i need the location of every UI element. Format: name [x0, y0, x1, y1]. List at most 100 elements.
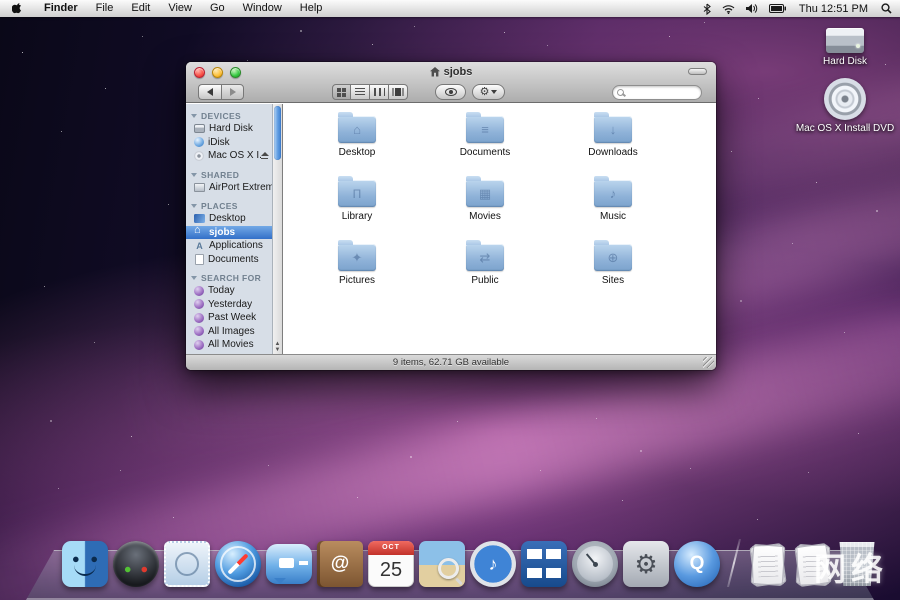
sidebar-item-all-images[interactable]: All Images — [186, 325, 272, 339]
forward-arrow-icon — [230, 88, 236, 96]
chevron-down-icon — [491, 90, 497, 94]
folder-sites[interactable]: Sites — [549, 242, 677, 306]
disc-icon — [194, 151, 204, 161]
folder-pictures[interactable]: Pictures — [293, 242, 421, 306]
menu-item-view[interactable]: View — [159, 0, 201, 17]
idisk-icon — [194, 137, 204, 147]
menu-item-finder[interactable]: Finder — [35, 0, 87, 17]
folder-icon — [594, 180, 632, 207]
sidebar-item-yesterday[interactable]: Yesterday — [186, 298, 272, 312]
spotlight-icon[interactable] — [881, 3, 892, 14]
back-arrow-icon — [207, 88, 213, 96]
eject-icon[interactable] — [261, 152, 268, 159]
movies-emblem-icon — [466, 180, 504, 207]
folder-icon — [338, 116, 376, 143]
folder-downloads[interactable]: Downloads — [549, 114, 677, 178]
folder-library[interactable]: Library — [293, 178, 421, 242]
wifi-icon[interactable] — [722, 4, 735, 14]
toolbar-toggle-button[interactable] — [688, 68, 707, 75]
dock-finder-icon[interactable] — [62, 541, 108, 587]
menu-item-help[interactable]: Help — [291, 0, 332, 17]
scrollbar-thumb[interactable] — [274, 106, 281, 160]
folder-icon — [466, 244, 504, 271]
sidebar-item-sjobs[interactable]: sjobs — [186, 226, 272, 240]
menu-clock[interactable]: Thu 12:51 PM — [797, 3, 870, 15]
dock-mail-icon[interactable] — [164, 541, 210, 587]
sidebar-scrollbar[interactable]: ▲▼ — [272, 104, 283, 354]
dock-preview-icon[interactable] — [419, 541, 465, 587]
folder-icon — [594, 244, 632, 271]
quick-look-button[interactable] — [435, 84, 466, 100]
apple-menu-icon[interactable] — [8, 2, 35, 16]
smart-folder-icon — [194, 340, 204, 350]
dock-dashboard-icon[interactable] — [113, 541, 159, 587]
menu-item-file[interactable]: File — [87, 0, 123, 17]
dock-ichat-icon[interactable] — [266, 544, 312, 584]
window-titlebar[interactable]: sjobs — [186, 62, 716, 103]
menu-bar: Finder File Edit View Go Window Help Thu… — [0, 0, 900, 17]
dock-documents-stack-icon[interactable] — [748, 543, 788, 587]
public-emblem-icon — [466, 244, 504, 271]
disclosure-triangle-icon — [191, 114, 197, 118]
dvd-disc-icon — [824, 78, 866, 120]
menu-item-go[interactable]: Go — [201, 0, 234, 17]
forward-button[interactable] — [221, 84, 244, 100]
sidebar-item-all-movies[interactable]: All Movies — [186, 338, 272, 352]
bluetooth-icon[interactable] — [703, 3, 711, 15]
airport-icon — [194, 183, 205, 192]
dock-system-preferences-icon[interactable] — [623, 541, 669, 587]
list-view-button[interactable] — [351, 84, 370, 100]
search-icon — [617, 89, 624, 96]
sidebar-item-past-week[interactable]: Past Week — [186, 311, 272, 325]
stack-paper — [751, 544, 784, 585]
sidebar-item-hard-disk[interactable]: Hard Disk — [186, 122, 272, 136]
folder-documents[interactable]: Documents — [421, 114, 549, 178]
sidebar-item-airport-extreme[interactable]: AirPort Extreme — [186, 181, 272, 195]
ical-month-label: OCT — [368, 541, 414, 555]
folder-icon — [338, 244, 376, 271]
folder-icon — [338, 180, 376, 207]
sidebar-item-idisk[interactable]: iDisk — [186, 136, 272, 150]
dock-time-machine-icon[interactable] — [572, 541, 618, 587]
sidebar-section-search-for[interactable]: SEARCH FOR — [186, 272, 272, 284]
dock-address-book-icon[interactable] — [317, 541, 363, 587]
sidebar-item-install-disc[interactable]: Mac OS X I... — [186, 149, 272, 163]
action-menu-button[interactable] — [472, 84, 505, 100]
sidebar-section-places[interactable]: PLACES — [186, 200, 272, 212]
document-icon — [195, 254, 204, 265]
folder-movies[interactable]: Movies — [421, 178, 549, 242]
dock-quicktime-icon[interactable] — [674, 541, 720, 587]
sidebar-section-devices[interactable]: DEVICES — [186, 110, 272, 122]
volume-icon[interactable] — [746, 3, 758, 14]
back-button[interactable] — [198, 84, 221, 100]
icon-view-button[interactable] — [332, 84, 351, 100]
folder-public[interactable]: Public — [421, 242, 549, 306]
battery-icon[interactable] — [769, 4, 786, 13]
sidebar-item-today[interactable]: Today — [186, 284, 272, 298]
menu-item-edit[interactable]: Edit — [122, 0, 159, 17]
folder-desktop[interactable]: Desktop — [293, 114, 421, 178]
sites-emblem-icon — [594, 244, 632, 271]
resize-grip[interactable] — [703, 357, 714, 368]
dock-safari-icon[interactable] — [215, 541, 261, 587]
scrollbar-arrows[interactable]: ▲▼ — [273, 341, 282, 353]
gear-icon — [480, 87, 490, 98]
coverflow-view-icon — [392, 88, 404, 96]
menu-item-window[interactable]: Window — [234, 0, 291, 17]
folder-music[interactable]: Music — [549, 178, 677, 242]
column-view-button[interactable] — [370, 84, 389, 100]
dock-spaces-icon[interactable] — [521, 541, 567, 587]
sidebar-section-shared[interactable]: SHARED — [186, 169, 272, 181]
desktop-icon-install-dvd[interactable]: Mac OS X Install DVD — [785, 78, 900, 134]
search-field[interactable] — [612, 85, 702, 100]
dock-ical-icon[interactable]: OCT 25 — [368, 541, 414, 587]
sidebar-item-documents[interactable]: Documents — [186, 253, 272, 267]
coverflow-view-button[interactable] — [389, 84, 408, 100]
hard-disk-icon — [194, 124, 205, 133]
sidebar-item-applications[interactable]: Applications — [186, 239, 272, 253]
search-input[interactable] — [627, 87, 697, 98]
watermark-text: 网络 — [814, 544, 888, 590]
view-switcher — [332, 84, 408, 100]
dock-itunes-icon[interactable] — [470, 541, 516, 587]
desktop-icon-hard-disk[interactable]: Hard Disk — [785, 28, 900, 67]
